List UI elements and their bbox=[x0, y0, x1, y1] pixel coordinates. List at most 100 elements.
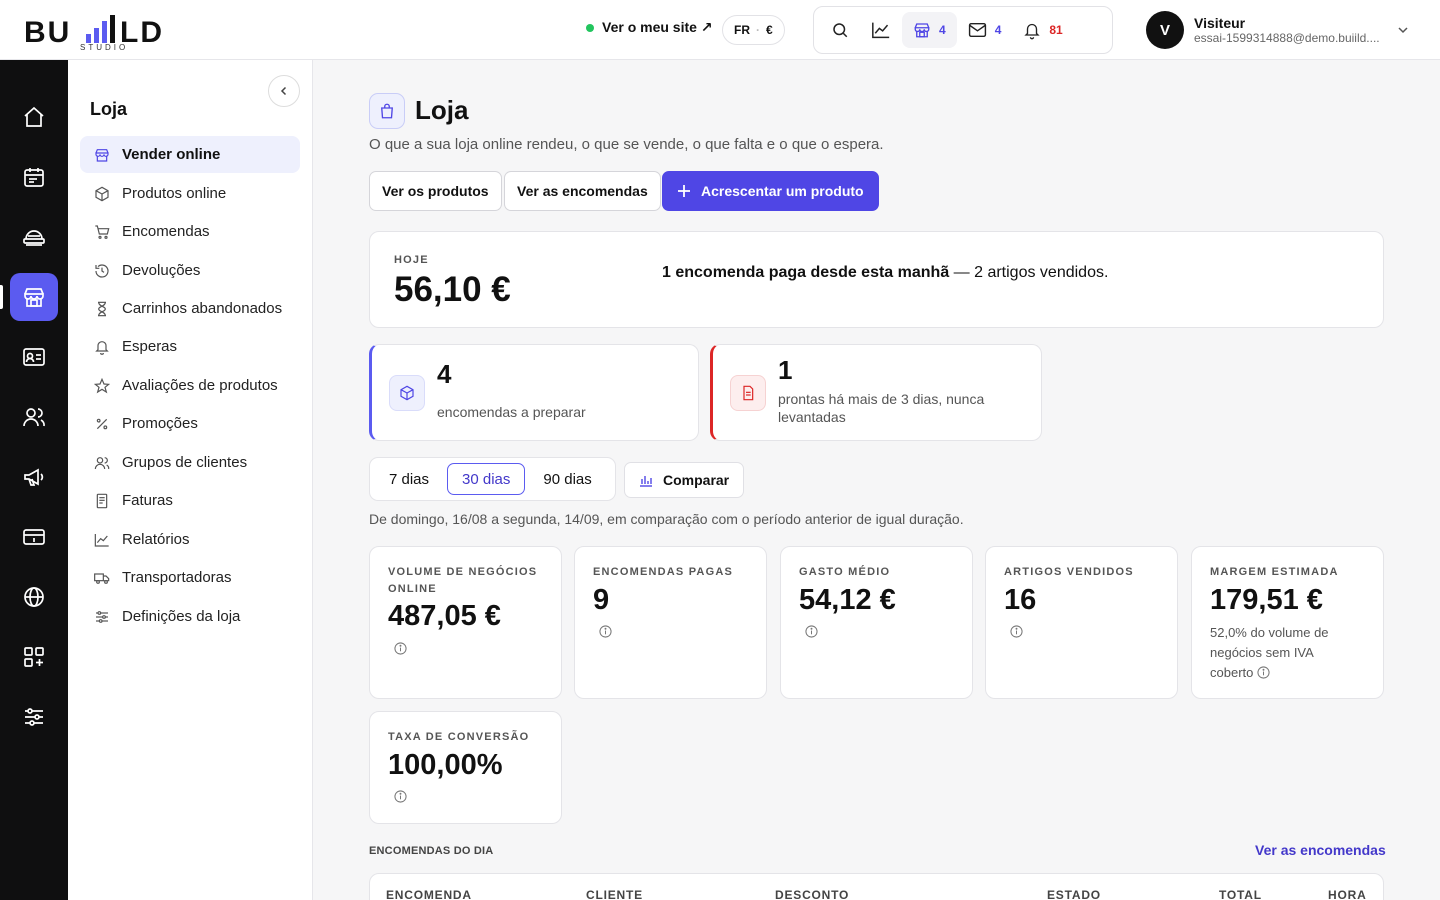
percent-icon bbox=[96, 418, 108, 429]
rail-shop[interactable] bbox=[10, 273, 58, 321]
shop-button[interactable]: 4 bbox=[902, 12, 957, 48]
mail-count-badge: 4 bbox=[994, 23, 1002, 37]
active-marker bbox=[0, 285, 3, 309]
sidebar-title: Loja bbox=[90, 99, 128, 119]
rail-services[interactable] bbox=[10, 213, 58, 261]
rail-contacts[interactable] bbox=[10, 333, 58, 381]
sidebar-item-label: Produtos online bbox=[122, 185, 227, 202]
storefront-icon bbox=[914, 23, 930, 38]
svg-text:LD: LD bbox=[120, 16, 164, 46]
sidebar-item-shop-settings[interactable]: Definições da loja bbox=[80, 598, 300, 635]
search-button[interactable] bbox=[820, 12, 860, 48]
cube-icon bbox=[400, 385, 414, 401]
id-card-icon bbox=[23, 348, 45, 366]
bell-icon bbox=[1024, 23, 1041, 39]
stats-button[interactable] bbox=[860, 12, 902, 48]
notification-count-badge: 81 bbox=[1049, 23, 1063, 37]
uncollected-orders-card[interactable]: 1 prontas há mais de 3 dias, nunca levan… bbox=[710, 344, 1042, 441]
kpi-note: 52,0% do volume de negócios sem IVA cobe… bbox=[1210, 623, 1360, 683]
sidebar-item-reports[interactable]: Relatórios bbox=[80, 521, 300, 558]
logo[interactable]: BU LD STUDIO bbox=[24, 8, 184, 52]
sidebar-item-label: Promoções bbox=[122, 415, 198, 432]
kpi-label: ENCOMENDAS PAGAS bbox=[593, 566, 734, 578]
currency-symbol: € bbox=[766, 23, 773, 37]
sidebar-item-label: Definições da loja bbox=[122, 608, 241, 625]
sidebar-item-customer-groups[interactable]: Grupos de clientes bbox=[80, 444, 300, 481]
column-header-order[interactable]: ENCOMENDA bbox=[386, 888, 472, 900]
info-icon[interactable] bbox=[805, 625, 818, 638]
service-icon bbox=[23, 230, 45, 246]
add-product-button[interactable]: Acrescentar um produto bbox=[662, 171, 879, 211]
orders-to-prepare-card[interactable]: 4 encomendas a preparar bbox=[369, 344, 699, 441]
kpi-label: ARTIGOS VENDIDOS bbox=[1004, 566, 1134, 578]
sliders-icon bbox=[25, 708, 43, 726]
rail-website[interactable] bbox=[10, 573, 58, 621]
info-icon[interactable] bbox=[1257, 666, 1270, 679]
sidebar-item-product-reviews[interactable]: Avaliações de produtos bbox=[80, 367, 300, 404]
messages-button[interactable]: 4 bbox=[957, 12, 1013, 48]
storefront-icon bbox=[24, 288, 44, 307]
kpi-value: 179,51 € bbox=[1210, 584, 1323, 616]
range-7-days[interactable]: 7 dias bbox=[375, 463, 443, 495]
compare-button[interactable]: Comparar bbox=[624, 462, 745, 498]
sidebar-item-invoices[interactable]: Faturas bbox=[80, 482, 300, 519]
rail-marketing[interactable] bbox=[10, 453, 58, 501]
sidebar-item-promotions[interactable]: Promoções bbox=[80, 405, 300, 442]
view-products-button[interactable]: Ver os produtos bbox=[369, 171, 502, 211]
info-icon[interactable] bbox=[394, 790, 407, 803]
sidebar-item-abandoned-carts[interactable]: Carrinhos abandonados bbox=[80, 290, 300, 327]
kpi-label: VOLUME DE NEGÓCIOS ONLINE bbox=[388, 566, 538, 595]
rail-apps[interactable] bbox=[10, 633, 58, 681]
rail-home[interactable] bbox=[10, 93, 58, 141]
top-bar: BU LD STUDIO Ver o meu site ↗ FR · € 4 4… bbox=[0, 0, 1440, 60]
return-icon bbox=[95, 263, 109, 278]
globe-icon bbox=[24, 587, 44, 607]
user-name: Visiteur bbox=[1194, 15, 1246, 31]
shop-sidebar: Loja Vender online Produtos online Encom… bbox=[68, 60, 313, 900]
kpi-online-revenue: VOLUME DE NEGÓCIOS ONLINE 487,05 € bbox=[369, 546, 562, 699]
rail-calendar[interactable] bbox=[10, 153, 58, 201]
column-header-time[interactable]: HORA bbox=[1328, 888, 1367, 900]
sidebar-item-orders[interactable]: Encomendas bbox=[80, 213, 300, 250]
calendar-icon bbox=[24, 168, 44, 187]
language-currency-selector[interactable]: FR · € bbox=[722, 15, 785, 45]
column-header-total[interactable]: TOTAL bbox=[1219, 888, 1262, 900]
kpi-value: 100,00% bbox=[388, 749, 503, 781]
today-summary-card: HOJE 56,10 € 1 encomenda paga desde esta… bbox=[369, 231, 1384, 328]
kpi-average-basket: GASTO MÉDIO 54,12 € bbox=[780, 546, 973, 699]
search-icon bbox=[833, 23, 848, 38]
range-90-days[interactable]: 90 dias bbox=[529, 463, 605, 495]
column-header-customer[interactable]: CLIENTE bbox=[586, 888, 643, 900]
today-summary-bold: 1 encomenda paga desde esta manhã bbox=[662, 264, 950, 281]
sidebar-item-carriers[interactable]: Transportadoras bbox=[80, 559, 300, 596]
info-icon[interactable] bbox=[394, 642, 407, 655]
sidebar-item-sell-online[interactable]: Vender online bbox=[80, 136, 300, 173]
view-orders-link[interactable]: Ver as encomendas bbox=[1255, 842, 1386, 858]
bar-chart-icon bbox=[640, 476, 652, 487]
info-icon[interactable] bbox=[599, 625, 612, 638]
sidebar-item-label: Relatórios bbox=[122, 531, 190, 548]
today-revenue: 56,10 € bbox=[394, 270, 511, 309]
chevron-down-icon bbox=[1398, 27, 1408, 34]
rail-customers[interactable] bbox=[10, 393, 58, 441]
collapse-sidebar-button[interactable] bbox=[268, 75, 300, 107]
sidebar-item-returns[interactable]: Devoluções bbox=[80, 252, 300, 289]
svg-text:BU: BU bbox=[24, 16, 71, 46]
rail-payments[interactable] bbox=[10, 513, 58, 561]
sidebar-item-online-products[interactable]: Produtos online bbox=[80, 175, 300, 212]
orders-to-prepare-text: encomendas a preparar bbox=[437, 404, 586, 420]
sidebar-item-waitlists[interactable]: Esperas bbox=[80, 328, 300, 365]
view-orders-button[interactable]: Ver as encomendas bbox=[504, 171, 661, 211]
logo-subtitle: STUDIO bbox=[80, 43, 129, 52]
column-header-discount[interactable]: DESCONTO bbox=[775, 888, 849, 900]
rail-settings[interactable] bbox=[10, 693, 58, 741]
cart-icon bbox=[95, 224, 110, 239]
info-icon[interactable] bbox=[1010, 625, 1023, 638]
user-menu[interactable]: V Visiteur essai-1599314888@demo.buiild.… bbox=[1146, 10, 1416, 50]
chart-icon bbox=[94, 533, 109, 547]
view-site-link[interactable]: Ver o meu site ↗ bbox=[586, 19, 713, 36]
period-description: De domingo, 16/08 a segunda, 14/09, em c… bbox=[369, 511, 964, 527]
notifications-button[interactable]: 81 bbox=[1012, 12, 1073, 48]
range-30-days[interactable]: 30 dias bbox=[447, 463, 526, 495]
column-header-status[interactable]: ESTADO bbox=[1047, 888, 1101, 900]
